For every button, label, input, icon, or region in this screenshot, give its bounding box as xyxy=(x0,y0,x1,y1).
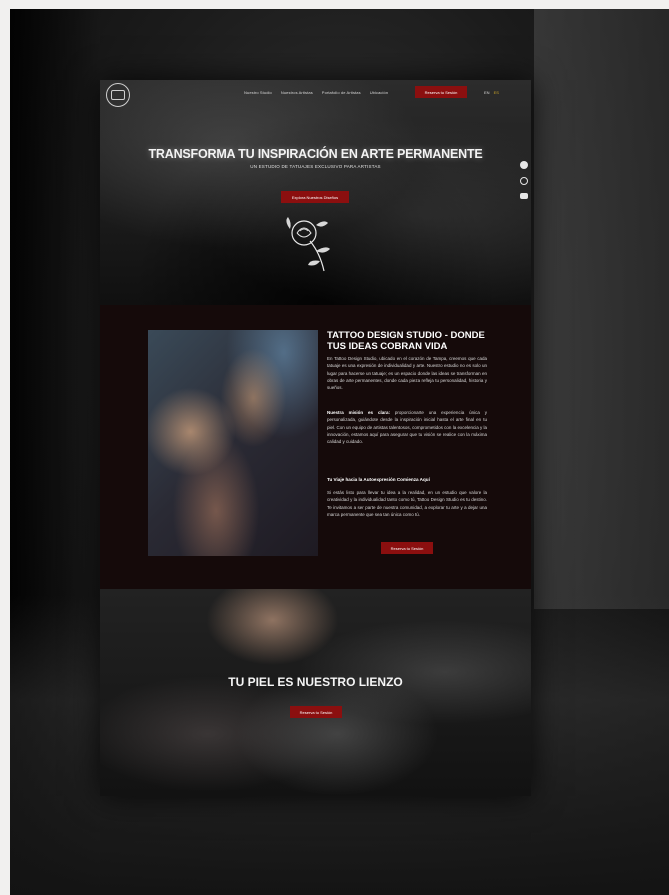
nav-item-artists[interactable]: Nuestros Artistas xyxy=(281,90,313,95)
youtube-icon[interactable] xyxy=(520,193,528,199)
journey-heading: Tu Viaje hacia la Autoexpresión Comienza… xyxy=(327,477,430,482)
nav-book-button[interactable]: Reserva tu Sesión xyxy=(415,86,467,98)
hero-subtitle: UN ESTUDIO DE TATUAJES EXCLUSIVO PARA AR… xyxy=(250,164,381,169)
about-book-button[interactable]: Reserva tu Sesión xyxy=(381,542,433,554)
mission-label: Nuestra misión es clara: xyxy=(327,410,390,415)
instagram-icon[interactable] xyxy=(520,177,528,185)
lang-es[interactable]: ES xyxy=(494,90,499,95)
tattoo-artist-photo xyxy=(148,330,318,556)
rose-illustration-icon xyxy=(286,217,330,272)
website-mockup: Nuestro Studio Nuestros Artistas Portafo… xyxy=(100,80,531,796)
hero-title: TRANSFORMA TU INSPIRACIÓN EN ARTE PERMAN… xyxy=(148,147,483,161)
about-paragraph-2: Nuestra misión es clara: proporcionarte … xyxy=(327,409,487,445)
facebook-icon[interactable] xyxy=(520,161,528,169)
explore-designs-button[interactable]: Explora Nuestros Diseños xyxy=(281,191,349,203)
social-links xyxy=(520,161,528,199)
studio-logo[interactable] xyxy=(106,83,130,107)
about-title: TATTOO DESIGN STUDIO - DONDE TUS IDEAS C… xyxy=(327,330,485,352)
lang-en[interactable]: EN xyxy=(484,90,490,95)
hero-section: Nuestro Studio Nuestros Artistas Portafo… xyxy=(100,80,531,305)
language-switcher: EN ES xyxy=(484,90,499,95)
main-nav: Nuestro Studio Nuestros Artistas Portafo… xyxy=(244,90,388,95)
mission-text: proporcionarte una experiencia única y p… xyxy=(327,410,487,445)
banner-book-button[interactable]: Reserva tu Sesión xyxy=(290,706,342,718)
nav-item-location[interactable]: Ubicación xyxy=(370,90,388,95)
banner-title: TU PIEL ES NUESTRO LIENZO xyxy=(228,675,403,689)
banner-section: TU PIEL ES NUESTRO LIENZO Reserva tu Ses… xyxy=(100,589,531,796)
background-wall xyxy=(534,9,669,609)
nav-item-portfolio[interactable]: Portafolio de Artistas xyxy=(322,90,361,95)
about-section: TATTOO DESIGN STUDIO - DONDE TUS IDEAS C… xyxy=(100,305,531,589)
about-paragraph-1: En Tattoo Design Studio, ubicado en el c… xyxy=(327,356,487,391)
nav-item-studio[interactable]: Nuestro Studio xyxy=(244,90,272,95)
about-paragraph-3: Si estás listo para llevar tu idea a la … xyxy=(327,490,487,517)
